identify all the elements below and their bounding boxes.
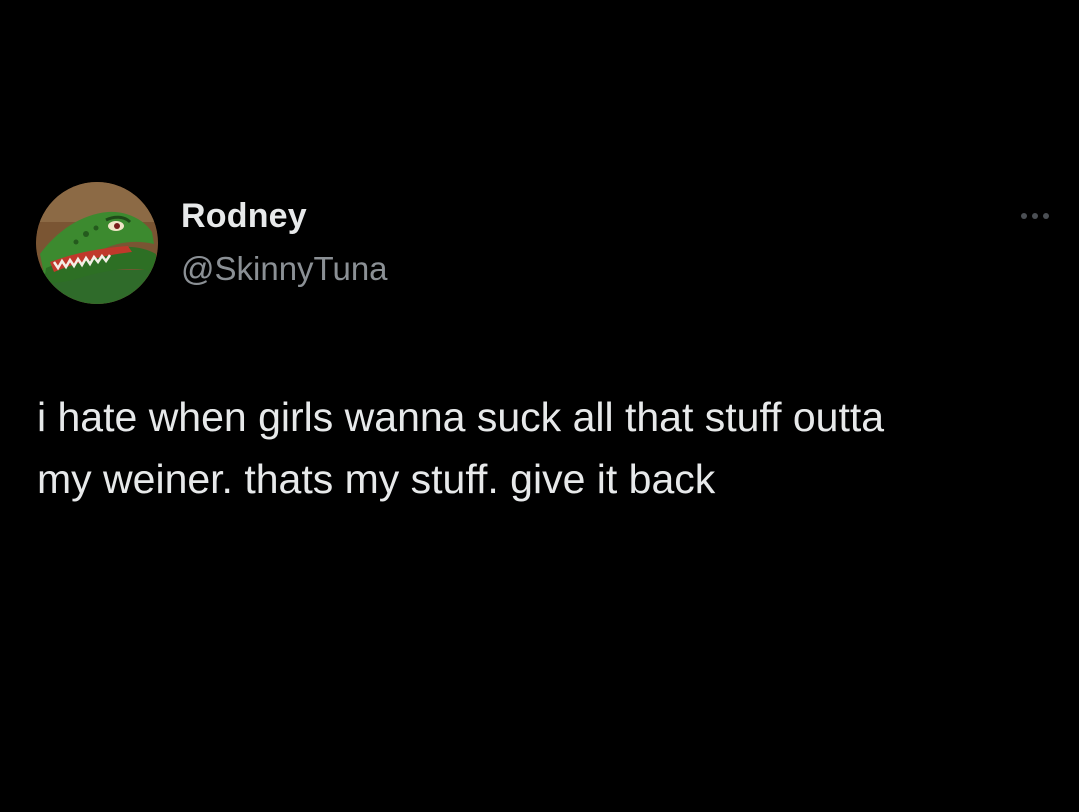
- tweet-text: i hate when girls wanna suck all that st…: [37, 386, 1057, 510]
- tweet-text-line: i hate when girls wanna suck all that st…: [37, 394, 885, 440]
- tweet-card: Rodney @SkinnyTuna i hate when girls wan…: [0, 0, 1079, 812]
- tweet-text-line: my weiner. thats my stuff. give it back: [37, 456, 716, 502]
- lizard-avatar-icon: [36, 182, 158, 304]
- more-options-button[interactable]: [1010, 204, 1060, 228]
- ellipsis-icon: [1032, 213, 1038, 219]
- ellipsis-icon: [1043, 213, 1049, 219]
- display-name[interactable]: Rodney: [181, 197, 307, 236]
- ellipsis-icon: [1021, 213, 1027, 219]
- user-handle[interactable]: @SkinnyTuna: [181, 250, 388, 288]
- avatar[interactable]: [36, 182, 158, 304]
